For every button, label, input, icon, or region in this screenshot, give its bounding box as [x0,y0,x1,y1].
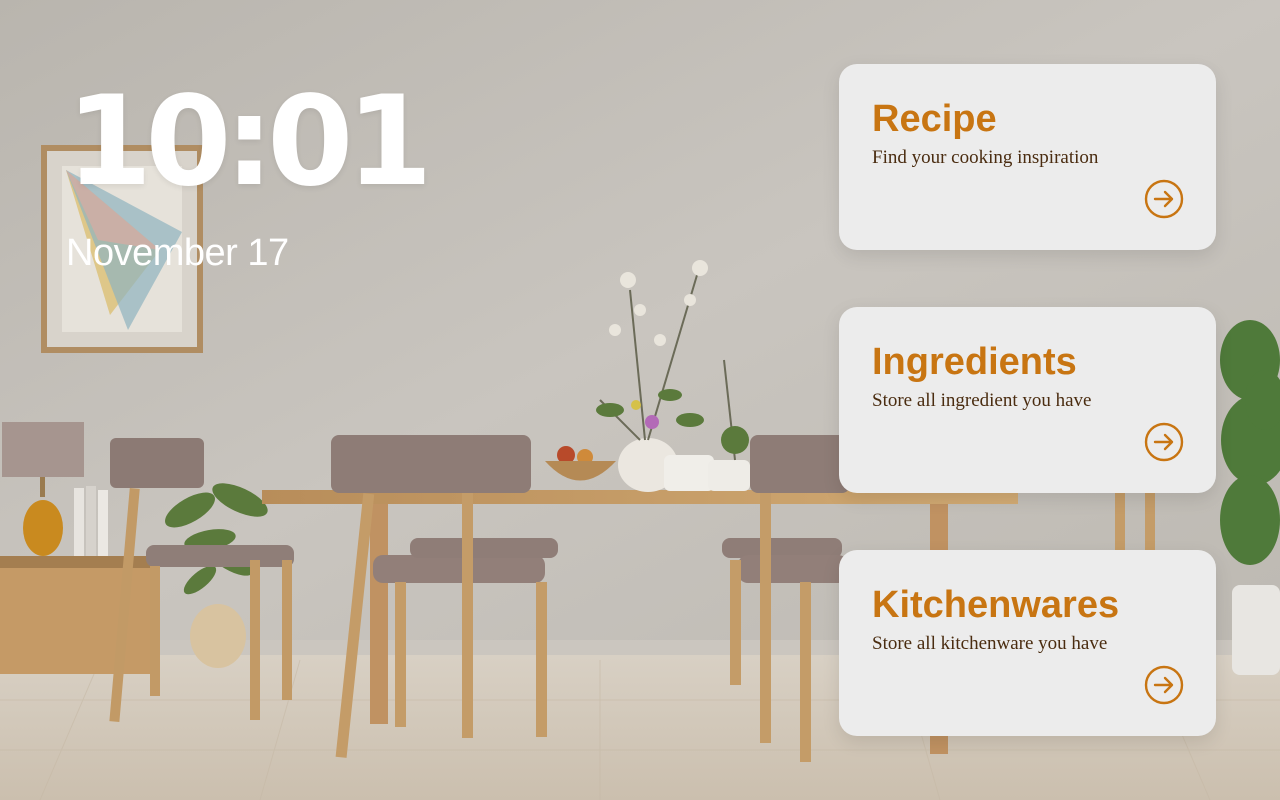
card-subtitle: Find your cooking inspiration [872,147,1099,168]
recipe-card[interactable]: Recipe Find your cooking inspiration [839,64,1216,250]
card-title: Recipe [872,98,997,140]
arrow-right-circle-icon[interactable] [1144,179,1184,219]
arrow-right-circle-icon[interactable] [1144,422,1184,462]
card-subtitle: Store all kitchenware you have [872,633,1108,654]
clock-time: 10:01 [66,70,433,214]
card-title: Kitchenwares [872,584,1120,626]
ingredients-card[interactable]: Ingredients Store all ingredient you hav… [839,307,1216,493]
card-title: Ingredients [872,341,1077,383]
card-subtitle: Store all ingredient you have [872,390,1092,411]
kitchenwares-card[interactable]: Kitchenwares Store all kitchenware you h… [839,550,1216,736]
clock-date: November 17 [66,232,289,274]
arrow-right-circle-icon[interactable] [1144,665,1184,705]
